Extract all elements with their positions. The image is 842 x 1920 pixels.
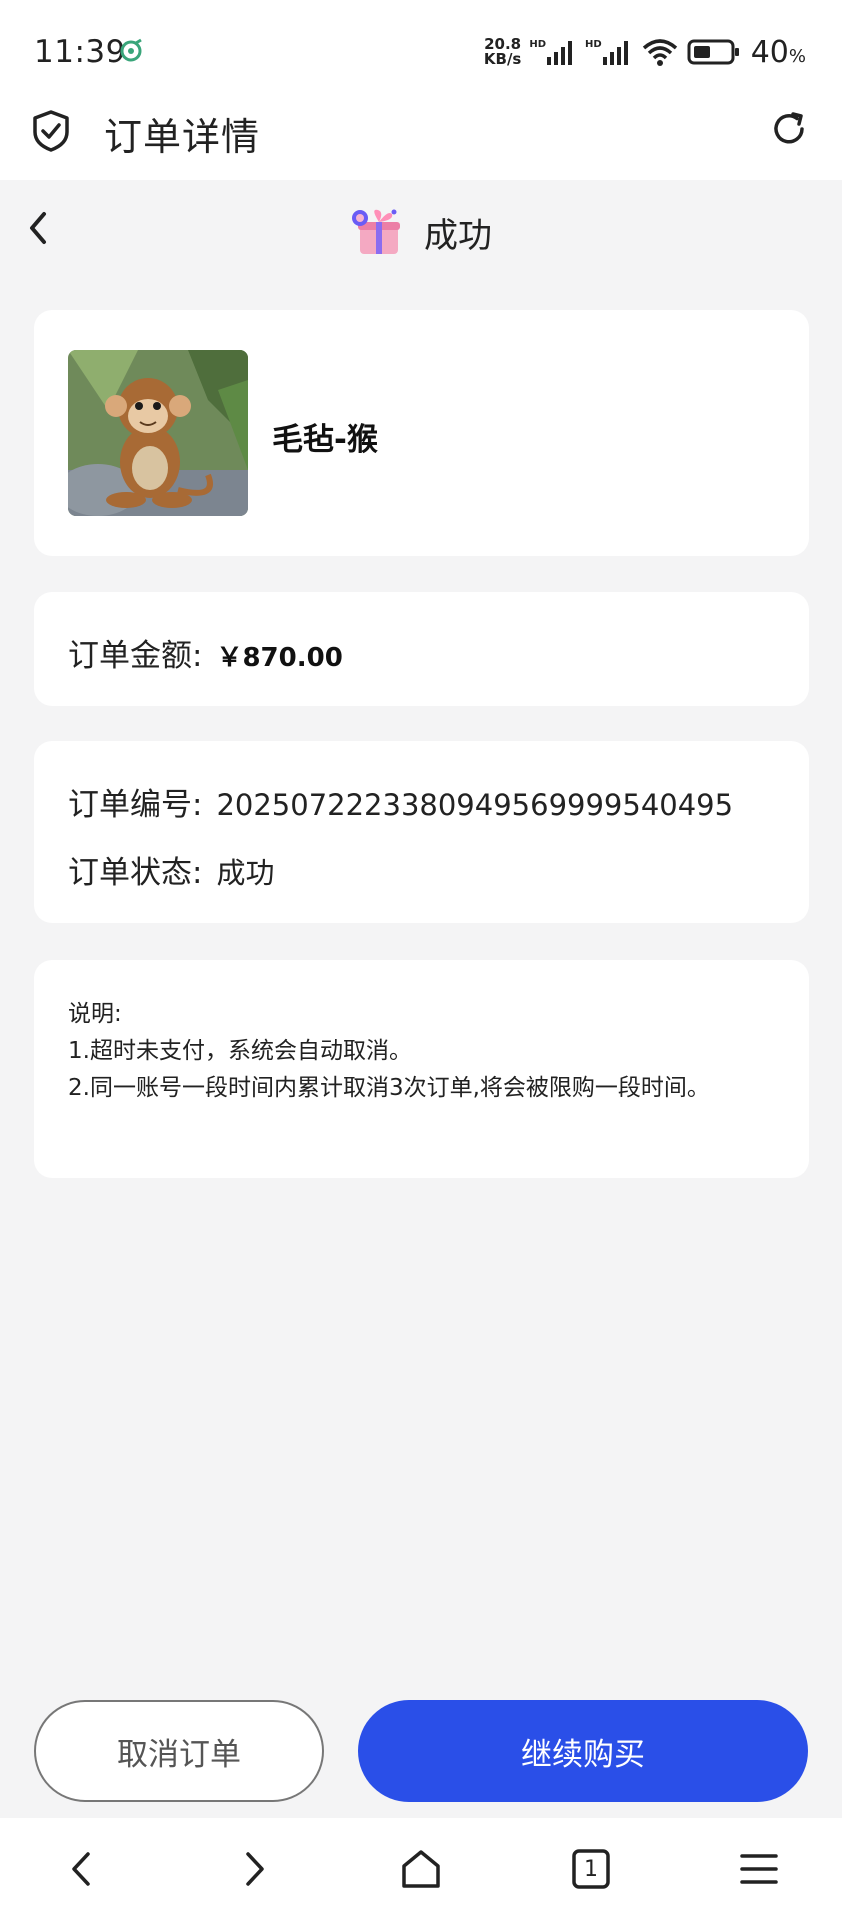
gift-box-icon <box>352 209 400 254</box>
refresh-icon[interactable] <box>768 108 810 150</box>
order-amount-row: 订单金额: ￥870.00 <box>68 630 343 675</box>
nav-forward-icon[interactable] <box>228 1844 278 1894</box>
order-status-heading-text: 成功 <box>424 215 492 256</box>
battery-percent: 40% <box>751 35 806 70</box>
order-number-row: 订单编号: 20250722233809495699995404​95 <box>68 779 733 824</box>
cancel-order-button[interactable]: 取消订单 <box>34 1700 324 1802</box>
cell-signal-icon <box>547 41 573 65</box>
network-speed: 20.8 KB/s <box>484 37 521 67</box>
product-image <box>68 350 248 516</box>
network-speed-unit: KB/s <box>483 50 522 68</box>
home-icon[interactable] <box>396 1844 446 1894</box>
notes-line-2: 2.同一账号一段时间内累计取消3次订单,将会被限购一段时间。 <box>68 1075 710 1101</box>
cell-signal-icon <box>602 41 628 65</box>
battery-percent-sign: % <box>788 45 806 67</box>
order-number-label: 订单编号: <box>68 787 203 823</box>
order-status-value: 成功 <box>216 856 275 890</box>
order-status-label: 订单状态: <box>68 855 203 891</box>
status-indicators: 20.8 KB/s HD HD 40% <box>484 30 806 74</box>
menu-icon[interactable] <box>734 1844 784 1894</box>
signal-1: HD <box>529 39 577 65</box>
signal-1-label: HD <box>529 39 547 50</box>
product-name: 毛毡-猴 <box>272 422 378 458</box>
order-info-card: 订单编号: 20250722233809495699995404​95 订单状态… <box>34 741 809 923</box>
notes-card: 说明: 1.超时未支付，系统会自动取消。 2.同一账号一段时间内累计取消3次订单… <box>34 960 809 1178</box>
app-header: 订单详情 <box>0 96 842 180</box>
battery-percent-value: 40 <box>750 34 789 70</box>
order-amount-card: 订单金额: ￥870.00 <box>34 592 809 706</box>
bottom-nav-bar: 1 <box>0 1818 842 1920</box>
signal-2: HD <box>585 39 633 65</box>
notes-text: 说明: 1.超时未支付，系统会自动取消。 2.同一账号一段时间内累计取消3次订单… <box>68 996 768 1107</box>
battery-icon <box>687 39 739 65</box>
shield-check-icon[interactable] <box>32 110 70 152</box>
tab-count: 1 <box>584 1856 598 1882</box>
notes-title: 说明: <box>68 1001 122 1027</box>
app-notification-icon <box>120 38 142 62</box>
back-arrow-icon[interactable] <box>24 208 54 248</box>
order-status-heading: 成功 <box>348 202 492 262</box>
page-title: 订单详情 <box>104 115 261 159</box>
monkey-plush-image <box>68 350 248 516</box>
status-bar: 11:39 20.8 KB/s HD HD 40% <box>0 0 842 96</box>
tabs-button[interactable]: 1 <box>566 1844 616 1894</box>
order-status-row: 订单状态: 成功 <box>68 847 274 892</box>
order-number-value: 20250722233809495699995404​95 <box>216 788 734 822</box>
product-card[interactable]: 毛毡-猴 <box>34 310 809 556</box>
notes-line-1: 1.超时未支付，系统会自动取消。 <box>68 1038 412 1064</box>
status-time: 11:39 <box>34 34 126 70</box>
order-amount-label: 订单金额: <box>68 638 203 674</box>
wifi-icon <box>642 39 677 66</box>
nav-back-icon[interactable] <box>58 1844 108 1894</box>
order-amount-value: ￥870.00 <box>216 643 343 673</box>
signal-2-label: HD <box>585 39 602 50</box>
continue-purchase-button[interactable]: 继续购买 <box>358 1700 808 1802</box>
